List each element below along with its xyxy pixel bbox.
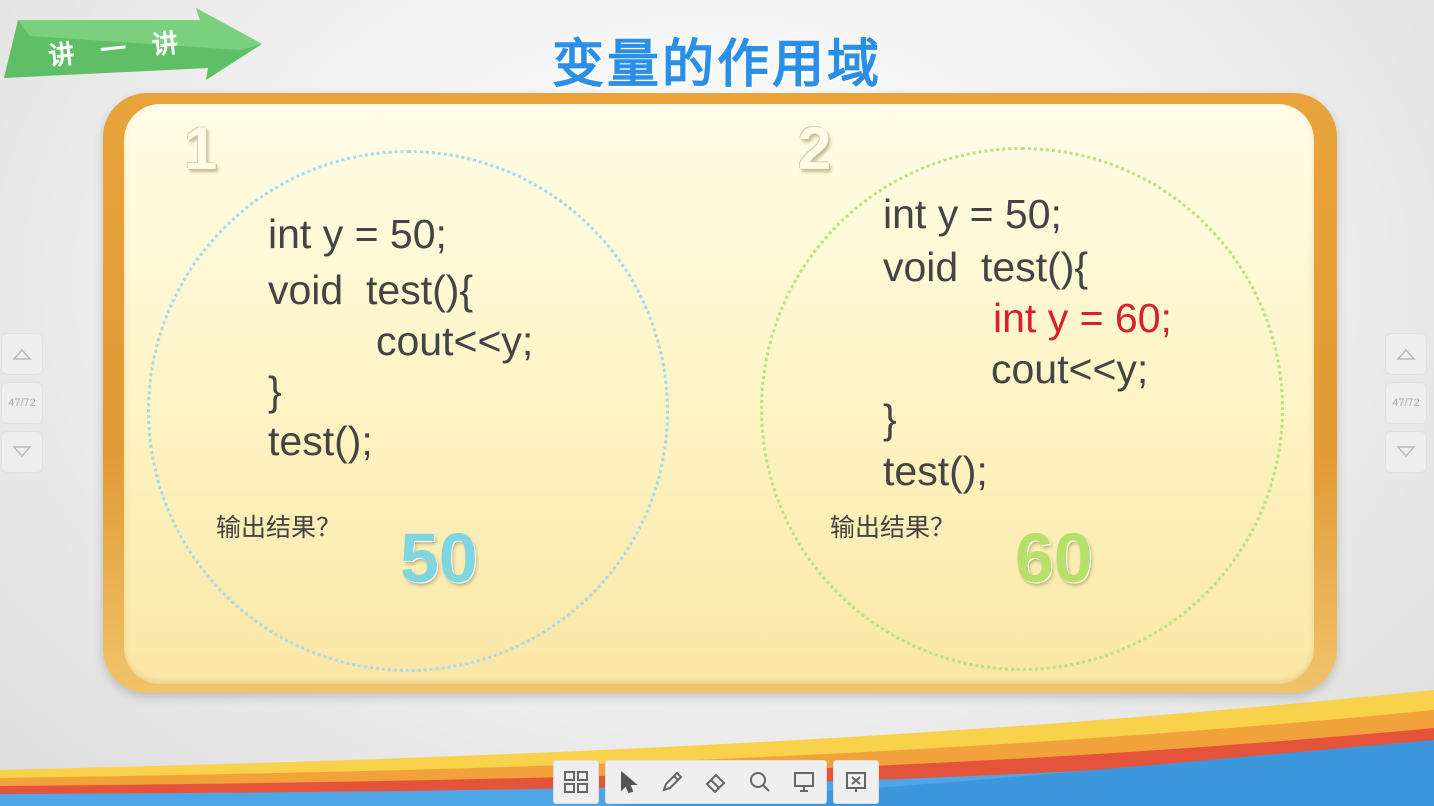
next-page-button[interactable] (1, 431, 43, 473)
grid-menu-button[interactable] (554, 761, 598, 803)
triangle-up-icon (12, 348, 32, 360)
example1-answer: 50 (400, 519, 478, 597)
example2-code-line: int y = 50; (883, 191, 1062, 237)
example2-code-line: cout<<y; (991, 346, 1149, 392)
example2-answer: 60 (1015, 519, 1093, 597)
example2-number: 2 (798, 115, 832, 182)
example1-code-line: } (268, 368, 282, 414)
pen-button[interactable] (650, 761, 694, 803)
toolbar-tools-group (605, 760, 827, 804)
search-button[interactable] (738, 761, 782, 803)
example2-code-line: void test(){ (883, 244, 1089, 290)
toolbar-menu-group (553, 760, 599, 804)
page-counter-box: 47/72 (1, 382, 43, 424)
example1-code-line: cout<<y; (376, 318, 534, 364)
page-counter: 47/72 (1392, 397, 1420, 409)
presentation-button[interactable] (782, 761, 826, 803)
example1-question: 输出结果？ (216, 513, 342, 542)
exit-presentation-icon (846, 772, 866, 792)
example1-code-line: void test(){ (268, 267, 474, 313)
page-counter: 47/72 (8, 397, 36, 409)
example1-code-line: int y = 50; (268, 211, 447, 257)
triangle-down-icon (12, 446, 32, 458)
prev-page-button[interactable] (1385, 333, 1427, 375)
example2-code-line: } (883, 396, 897, 442)
presentation-toolbar (553, 760, 879, 804)
search-icon (750, 772, 770, 792)
triangle-down-icon (1396, 446, 1416, 458)
prev-page-button[interactable] (1, 333, 43, 375)
page-title: 变量的作用域 (551, 35, 882, 95)
triangle-up-icon (1396, 348, 1416, 360)
toolbar-exit-group (833, 760, 879, 804)
pointer-button[interactable] (606, 761, 650, 803)
eraser-icon (705, 773, 726, 794)
presentation-icon (794, 772, 814, 792)
pen-icon (662, 771, 683, 792)
exit-presentation-button[interactable] (834, 761, 878, 803)
eraser-button[interactable] (694, 761, 738, 803)
example1-code-line: test(); (268, 418, 373, 464)
example2-code-line: test(); (883, 448, 988, 494)
page-counter-box: 47/72 (1385, 382, 1427, 424)
grid-menu-icon (564, 771, 588, 793)
example1-number: 1 (184, 115, 218, 182)
example2-code-line-highlight: int y = 60; (993, 295, 1172, 341)
pointer-icon (621, 770, 638, 794)
next-page-button[interactable] (1385, 431, 1427, 473)
example2-question: 输出结果？ (830, 513, 956, 542)
